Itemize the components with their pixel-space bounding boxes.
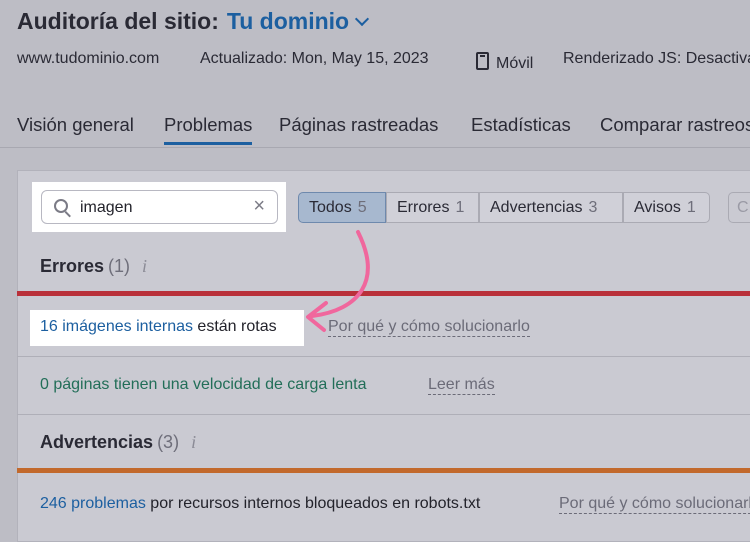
annotation-arrow-icon — [306, 230, 370, 332]
